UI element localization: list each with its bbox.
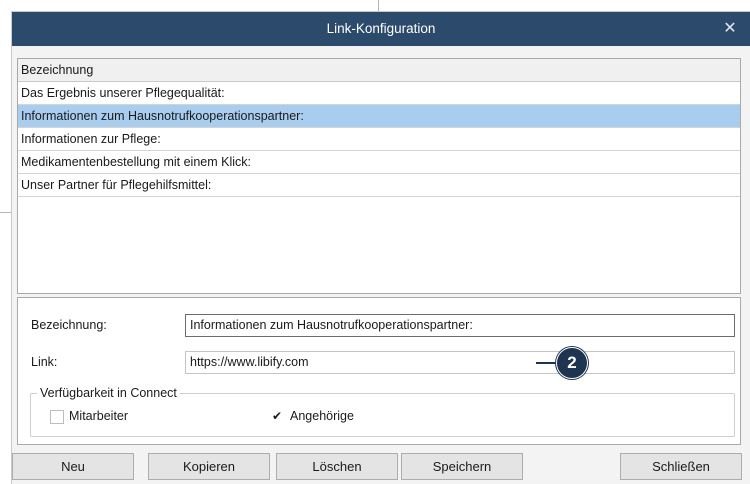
link-label: Link: bbox=[31, 355, 58, 369]
availability-group-title: Verfügbarkeit in Connect bbox=[37, 385, 180, 401]
close-button[interactable]: Schließen bbox=[620, 453, 742, 480]
relatives-checkbox[interactable]: ✔ bbox=[271, 410, 283, 422]
link-field[interactable]: https://www.libify.com bbox=[185, 351, 735, 374]
background-line bbox=[378, 0, 379, 12]
background-line bbox=[0, 212, 12, 213]
employee-checkbox-label[interactable]: Mitarbeiter bbox=[69, 406, 128, 426]
list-item-selected[interactable]: Informationen zum Hausnotrufkooperations… bbox=[18, 105, 740, 128]
save-button[interactable]: Speichern bbox=[401, 453, 523, 480]
name-label: Bezeichnung: bbox=[31, 318, 107, 332]
copy-button[interactable]: Kopieren bbox=[148, 453, 270, 480]
relatives-checkbox-label[interactable]: Angehörige bbox=[290, 406, 354, 426]
title-bar: Link-Konfiguration ✕ bbox=[12, 12, 750, 46]
new-button[interactable]: Neu bbox=[12, 453, 134, 480]
close-icon[interactable]: ✕ bbox=[720, 12, 740, 46]
list-item[interactable]: Medikamentenbestellung mit einem Klick: bbox=[18, 151, 740, 174]
list-item[interactable]: Unser Partner für Pflegehilfsmittel: bbox=[18, 174, 740, 197]
availability-groupbox: Verfügbarkeit in Connect Mitarbeiter ✔ A… bbox=[30, 385, 735, 437]
list-item[interactable]: Das Ergebnis unserer Pflegequalität: bbox=[18, 82, 740, 105]
dialog-title: Link-Konfiguration bbox=[326, 21, 436, 36]
callout-line bbox=[536, 362, 557, 364]
list-item[interactable]: Informationen zur Pflege: bbox=[18, 128, 740, 151]
link-list[interactable]: Bezeichnung Das Ergebnis unserer Pflegeq… bbox=[17, 58, 741, 294]
employee-checkbox[interactable] bbox=[50, 410, 64, 424]
link-configuration-dialog: Link-Konfiguration ✕ Bezeichnung Das Erg… bbox=[12, 12, 750, 484]
list-column-header[interactable]: Bezeichnung bbox=[18, 59, 740, 82]
detail-panel: Bezeichnung: Informationen zum Hausnotru… bbox=[17, 297, 741, 445]
name-field[interactable]: Informationen zum Hausnotrufkooperations… bbox=[185, 314, 735, 337]
callout-badge: 2 bbox=[556, 347, 588, 379]
delete-button[interactable]: Löschen bbox=[276, 453, 398, 480]
